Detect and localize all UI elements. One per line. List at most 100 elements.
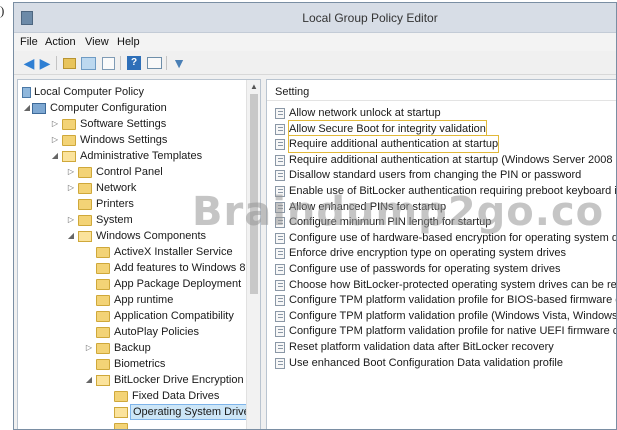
policy-setting-icon	[275, 139, 285, 150]
setting-label: Allow network unlock at startup	[289, 107, 441, 119]
setting-row[interactable]: Allow Secure Boot for integrity validati…	[267, 120, 616, 138]
menu-view[interactable]: View	[85, 36, 109, 48]
setting-label: Require additional authentication at sta…	[287, 135, 500, 153]
setting-label: Configure use of passwords for operating…	[289, 263, 561, 275]
collapse-arrow-icon[interactable]: ◢	[66, 228, 76, 244]
setting-label: Enable use of BitLocker authentication r…	[289, 185, 617, 197]
collapse-arrow-icon[interactable]: ◢	[22, 100, 32, 116]
folder-icon	[78, 199, 92, 210]
expand-arrow-icon[interactable]: ▷	[50, 132, 60, 148]
up-folder-icon[interactable]	[62, 55, 76, 71]
setting-row[interactable]: Configure TPM platform validation profil…	[267, 292, 617, 308]
setting-label: Enforce drive encryption type on operati…	[289, 247, 566, 259]
scroll-up-arrow-icon[interactable]: ▲	[247, 82, 260, 91]
menu-help[interactable]: Help	[117, 36, 140, 48]
computer-icon	[22, 87, 31, 98]
policy-setting-icon	[275, 248, 285, 259]
policy-setting-icon	[275, 108, 285, 119]
setting-label: Allow Secure Boot for integrity validati…	[288, 120, 487, 138]
setting-label: Configure TPM platform validation profil…	[289, 325, 617, 337]
window-title: Local Group Policy Editor	[302, 11, 438, 25]
folder-icon	[96, 327, 110, 338]
setting-label: Configure minimum PIN length for startup	[289, 216, 492, 228]
expand-arrow-icon[interactable]: ▷	[84, 340, 94, 356]
setting-row[interactable]: Require additional authentication at sta…	[267, 135, 616, 153]
stray-paren: )	[0, 3, 5, 18]
toolbar-separator	[120, 56, 121, 70]
policy-setting-icon	[275, 280, 285, 291]
setting-label: Configure use of hardware-based encrypti…	[289, 232, 617, 244]
setting-row[interactable]: Enable use of BitLocker authentication r…	[267, 183, 617, 199]
export-list-icon[interactable]	[100, 55, 116, 71]
policy-setting-icon	[275, 186, 285, 197]
policy-setting-icon	[275, 202, 285, 213]
setting-row[interactable]: Allow enhanced PINs for startup	[267, 199, 616, 215]
folder-icon	[96, 279, 110, 290]
folder-icon	[96, 343, 110, 354]
setting-row[interactable]: Configure TPM platform validation profil…	[267, 308, 617, 324]
tree-scrollbar[interactable]: ▲	[246, 80, 260, 429]
policy-setting-icon	[275, 342, 285, 353]
menu-bar: File Action View Help	[14, 33, 616, 51]
setting-row[interactable]: Disallow standard users from changing th…	[267, 167, 616, 183]
setting-row[interactable]: Reset platform validation data after Bit…	[267, 339, 616, 355]
setting-row[interactable]: Configure use of hardware-based encrypti…	[267, 230, 617, 246]
help-icon[interactable]: ?	[126, 55, 142, 71]
expand-arrow-icon[interactable]: ▷	[66, 180, 76, 196]
setting-label: Require additional authentication at sta…	[289, 154, 617, 166]
policy-setting-icon	[275, 170, 285, 181]
setting-row[interactable]: Allow network unlock at startup	[267, 105, 616, 121]
setting-label: Configure TPM platform validation profil…	[289, 294, 617, 306]
setting-label: Choose how BitLocker-protected operating…	[289, 279, 617, 291]
toolbar-separator	[166, 56, 167, 70]
policy-setting-icon	[275, 358, 285, 369]
properties-icon[interactable]	[146, 55, 162, 71]
folder-open-icon	[114, 407, 128, 418]
filter-icon[interactable]: ▼	[172, 55, 186, 71]
folder-icon	[114, 391, 128, 402]
setting-row[interactable]: Configure use of passwords for operating…	[267, 261, 616, 277]
setting-label: Use enhanced Boot Configuration Data val…	[289, 357, 563, 369]
expand-arrow-icon[interactable]: ▷	[50, 116, 60, 132]
folder-icon	[62, 119, 76, 130]
settings-pane[interactable]: Setting Allow network unlock at startup A…	[266, 79, 617, 429]
setting-label: Allow enhanced PINs for startup	[289, 201, 447, 213]
back-arrow-icon[interactable]: ◀	[22, 55, 36, 71]
folder-open-icon	[96, 375, 110, 386]
show-hide-tree-icon[interactable]	[80, 55, 96, 71]
menu-file[interactable]: File	[20, 36, 38, 48]
menu-action[interactable]: Action	[45, 36, 76, 48]
collapse-arrow-icon[interactable]: ◢	[84, 372, 94, 388]
forward-arrow-icon[interactable]: ▶	[38, 55, 52, 71]
folder-open-icon	[62, 151, 76, 162]
expand-arrow-icon[interactable]: ▷	[66, 212, 76, 228]
setting-row[interactable]: Use enhanced Boot Configuration Data val…	[267, 355, 616, 371]
expand-arrow-icon[interactable]: ▷	[66, 164, 76, 180]
folder-icon	[96, 295, 110, 306]
folder-icon	[96, 311, 110, 322]
gpedit-window: Local Group Policy Editor File Action Vi…	[13, 2, 617, 430]
folder-icon	[96, 247, 110, 258]
policy-setting-icon	[275, 295, 285, 306]
setting-label: Disallow standard users from changing th…	[289, 169, 582, 181]
setting-label: Reset platform validation data after Bit…	[289, 341, 554, 353]
setting-column-header[interactable]: Setting	[267, 80, 616, 101]
folder-icon	[78, 183, 92, 194]
policy-setting-icon	[275, 311, 285, 322]
setting-row[interactable]: Require additional authentication at sta…	[267, 152, 617, 168]
folder-icon	[78, 215, 92, 226]
scrollbar-thumb[interactable]	[250, 94, 258, 294]
collapse-arrow-icon[interactable]: ◢	[50, 148, 60, 164]
folder-icon	[96, 263, 110, 274]
setting-row[interactable]: Configure minimum PIN length for startup	[267, 214, 616, 230]
setting-row[interactable]: Enforce drive encryption type on operati…	[267, 245, 616, 261]
policy-setting-icon	[275, 326, 285, 337]
toolbar: ◀ ▶ ? ▼	[14, 51, 616, 75]
folder-icon	[62, 135, 76, 146]
setting-label: Configure TPM platform validation profil…	[289, 310, 617, 322]
setting-row[interactable]: Choose how BitLocker-protected operating…	[267, 277, 617, 293]
setting-row[interactable]: Configure TPM platform validation profil…	[267, 323, 617, 339]
tree-pane[interactable]: Local Computer Policy ◢ Computer Configu…	[17, 79, 261, 429]
policy-setting-icon	[275, 264, 285, 275]
folder-icon	[114, 423, 128, 429]
